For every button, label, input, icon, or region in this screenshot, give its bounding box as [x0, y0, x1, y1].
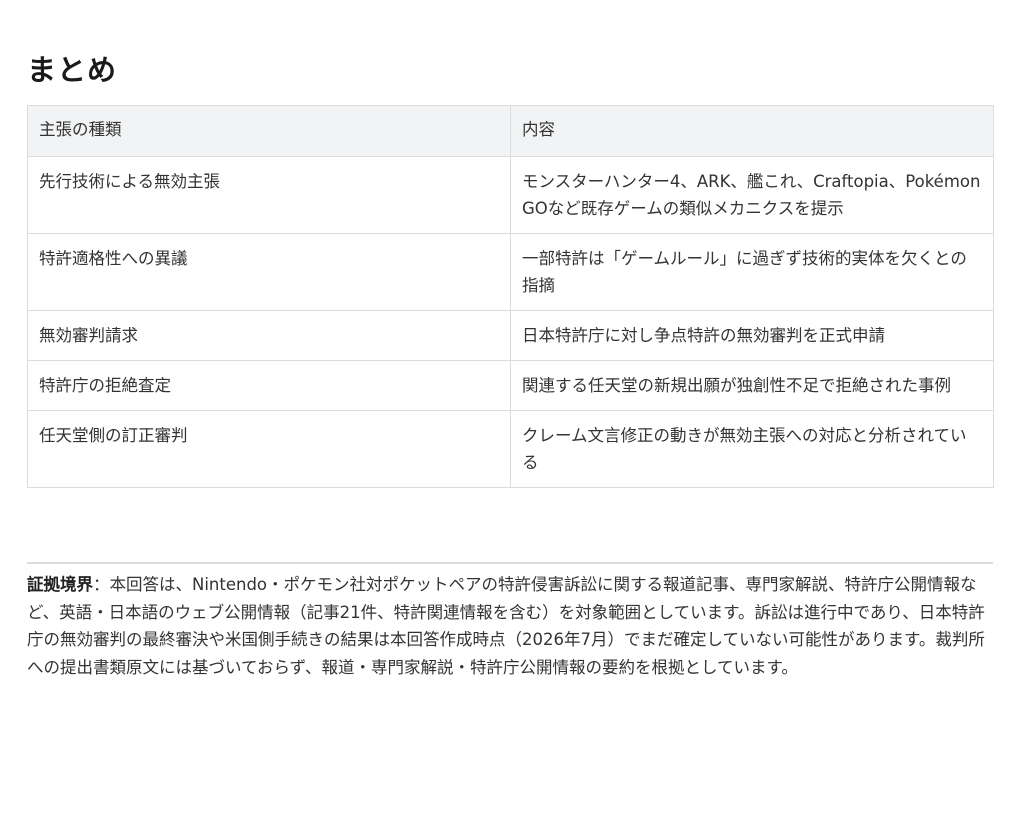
claim-type-cell: 特許適格性への異議 — [27, 233, 511, 311]
table-row: 先行技術による無効主張 モンスターハンター4、ARK、艦これ、Craftopia… — [27, 156, 994, 234]
evidence-boundary-note: 証拠境界：本回答は、Nintendo・ポケモン社対ポケットペアの特許侵害訴訟に関… — [27, 571, 989, 681]
content-cell: 関連する任天堂の新規出願が独創性不足で拒絶された事例 — [510, 360, 994, 411]
evidence-boundary-separator: ： — [93, 575, 110, 594]
content-cell: 一部特許は「ゲームルール」に過ぎず技術的実体を欠くとの指摘 — [510, 233, 994, 311]
claim-type-cell: 特許庁の拒絶査定 — [27, 360, 511, 411]
content-cell: クレーム文言修正の動きが無効主張への対応と分析されている — [510, 410, 994, 488]
claim-type-cell: 先行技術による無効主張 — [27, 156, 511, 234]
summary-table: 主張の種類 内容 先行技術による無効主張 モンスターハンター4、ARK、艦これ、… — [27, 105, 994, 488]
claim-type-cell: 任天堂側の訂正審判 — [27, 410, 511, 488]
section-title: まとめ — [27, 53, 118, 87]
evidence-boundary-label: 証拠境界 — [27, 575, 93, 594]
table-header-row: 主張の種類 内容 — [27, 105, 994, 157]
table-row: 特許庁の拒絶査定 関連する任天堂の新規出願が独創性不足で拒絶された事例 — [27, 360, 994, 411]
table-row: 無効審判請求 日本特許庁に対し争点特許の無効審判を正式申請 — [27, 310, 994, 361]
section-divider — [27, 562, 993, 564]
content-cell: 日本特許庁に対し争点特許の無効審判を正式申請 — [510, 310, 994, 361]
page: まとめ 主張の種類 内容 先行技術による無効主張 モンスターハンター4、ARK、… — [0, 0, 1024, 815]
column-header-content: 内容 — [510, 105, 994, 157]
claim-type-cell: 無効審判請求 — [27, 310, 511, 361]
column-header-claim-type: 主張の種類 — [27, 105, 511, 157]
evidence-boundary-text: 本回答は、Nintendo・ポケモン社対ポケットペアの特許侵害訴訟に関する報道記… — [27, 575, 985, 677]
table-row: 任天堂側の訂正審判 クレーム文言修正の動きが無効主張への対応と分析されている — [27, 410, 994, 488]
content-cell: モンスターハンター4、ARK、艦これ、Craftopia、Pokémon GOな… — [510, 156, 994, 234]
table-row: 特許適格性への異議 一部特許は「ゲームルール」に過ぎず技術的実体を欠くとの指摘 — [27, 233, 994, 311]
